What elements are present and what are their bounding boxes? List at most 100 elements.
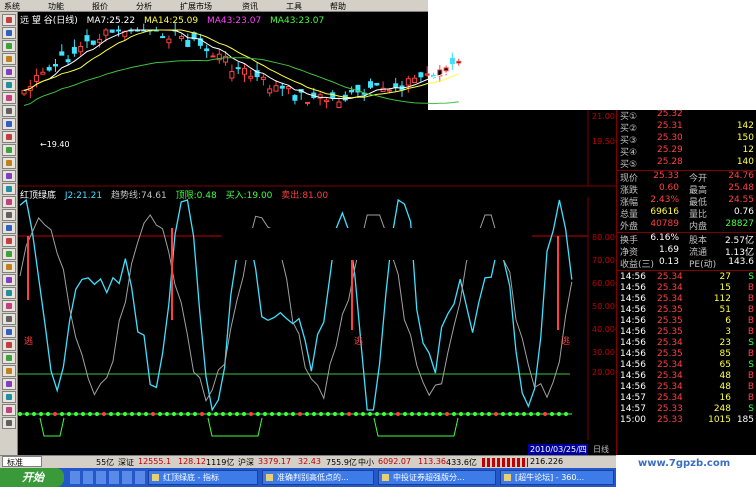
extra-label-2: PE(动) — [689, 260, 717, 270]
taskbar: 开始 红顶绿底 - 指标 准确判别高低点的... 中投证券超强版分... [超牛… — [0, 468, 616, 487]
bottom-zone — [207, 417, 263, 437]
candle-body — [78, 46, 84, 53]
task-forum[interactable]: [超牛论坛] - 360... — [500, 470, 614, 485]
signal-dot — [333, 412, 337, 416]
candle-body — [46, 67, 52, 71]
candle-body — [393, 83, 399, 89]
idx3-value: 6092.07 — [378, 457, 412, 466]
tick-volume: 15 — [719, 283, 731, 293]
tick-volume: 48 — [719, 382, 731, 392]
ind-ylabel-30: 30.00 — [592, 348, 615, 357]
bid-row: 买④ 25.29 12 — [617, 145, 756, 158]
signal-dot — [60, 412, 64, 416]
tick-volume: 85 — [719, 349, 731, 359]
candle-body — [386, 89, 392, 92]
tab-standard[interactable]: 标准 — [2, 456, 42, 467]
tick-row: 15:00 25.33 1015 185 — [617, 415, 756, 427]
signal-dot — [487, 412, 491, 416]
task-article[interactable]: 准确判别高低点的... — [262, 470, 374, 485]
candle-body — [40, 71, 46, 75]
idx3-change: 113.36 — [418, 457, 446, 466]
tick-time: 14:56 — [620, 272, 646, 282]
signal-dot — [410, 412, 414, 416]
candle-body — [443, 67, 449, 72]
signal-dot — [354, 412, 358, 416]
candle-body — [229, 71, 235, 79]
signal-dot — [361, 412, 365, 416]
indicator-legend: 红顶绿底 J2:21.21 趋势线:74.61 顶限:0.48 买入:19.00… — [20, 188, 334, 201]
ind-ylabel-60: 60.00 — [592, 279, 615, 288]
stat-value-2: 24.55 — [728, 195, 754, 205]
signal-dot — [18, 412, 22, 416]
stat-value-2: 0.76 — [733, 207, 754, 217]
signal-dot — [473, 412, 477, 416]
footer-right: www.7gpzb.com — [616, 455, 756, 487]
period-label[interactable]: 日线 — [593, 444, 609, 455]
ma43-line — [23, 57, 459, 106]
candle-body — [97, 38, 103, 43]
task-broker[interactable]: 中投证券超强版分... — [378, 470, 496, 485]
signal-dot — [88, 412, 92, 416]
signal-dot — [214, 412, 218, 416]
candle-body — [116, 29, 121, 32]
signal-dot — [242, 412, 246, 416]
candle-body — [210, 55, 216, 58]
stat-value: 69616 — [650, 207, 679, 217]
tick-price: 25.35 — [657, 349, 683, 359]
candle-body — [456, 60, 462, 64]
signal-dot — [116, 412, 120, 416]
right-value: 216.226 — [530, 457, 564, 466]
candle-body — [412, 77, 418, 83]
cursor-date: 2010/03/25/四 — [528, 444, 588, 455]
candle-body — [267, 88, 273, 94]
tick-price: 25.35 — [657, 327, 683, 337]
signal-dot — [81, 412, 85, 416]
candle-body — [59, 51, 65, 56]
overlay-box — [222, 228, 532, 260]
signal-dot — [564, 412, 568, 416]
tick-price: 25.34 — [657, 338, 683, 348]
quick-launch[interactable] — [70, 471, 150, 484]
ma43a-label: MA43:23.07 — [207, 16, 262, 26]
signal-dot — [550, 412, 554, 416]
candle-body — [204, 48, 210, 52]
tick-direction: B — [747, 316, 754, 326]
tick-direction: B — [747, 349, 754, 359]
signal-dot — [74, 412, 78, 416]
idx2-amount: 755.9亿 — [326, 458, 357, 467]
tick-volume: 3 — [725, 327, 731, 337]
signal-dot — [109, 412, 113, 416]
signal-dot — [403, 412, 407, 416]
idx1-name: 深证 — [118, 458, 134, 467]
task-indicator[interactable]: 红顶绿底 - 指标 — [148, 470, 258, 485]
stat-value: 40789 — [650, 219, 679, 229]
start-button[interactable]: 开始 — [0, 468, 64, 487]
tick-volume: 65 — [719, 360, 731, 370]
bottom-zone — [373, 417, 459, 437]
candle-body — [405, 78, 411, 86]
signal-dot — [151, 412, 155, 416]
signal-dot — [172, 412, 176, 416]
signal-dot — [165, 412, 169, 416]
extra-value: 0.13 — [658, 257, 679, 267]
bid-volume: 150 — [736, 133, 754, 143]
idx1-value: 12555.1 — [138, 457, 172, 466]
idx3-amount: 433.6亿 — [446, 458, 477, 467]
signal-dot — [235, 412, 239, 416]
idx1-change: 128.12 — [178, 457, 206, 466]
idx3-name: 中小 — [358, 458, 374, 467]
tick-volume: 112 — [713, 294, 731, 304]
chart-canvas[interactable] — [0, 0, 616, 455]
candle-body — [160, 36, 166, 39]
signal-dot — [284, 412, 288, 416]
extra-value: 6.16% — [650, 233, 679, 243]
ind-ylabel-20: 20.00 — [592, 368, 615, 377]
signal-dot — [39, 412, 43, 416]
signal-dot — [186, 412, 190, 416]
tick-direction: S — [748, 272, 754, 282]
extra-label: 收益(三) — [620, 260, 655, 270]
stat-row: 涨幅 2.43% 最低 24.55 — [617, 195, 756, 208]
signal-dot — [529, 412, 533, 416]
ma-legend: 远 望 谷(日线) MA7:25.22 MA14:25.09 MA43:23.0… — [20, 13, 330, 26]
signal-dot — [396, 412, 400, 416]
